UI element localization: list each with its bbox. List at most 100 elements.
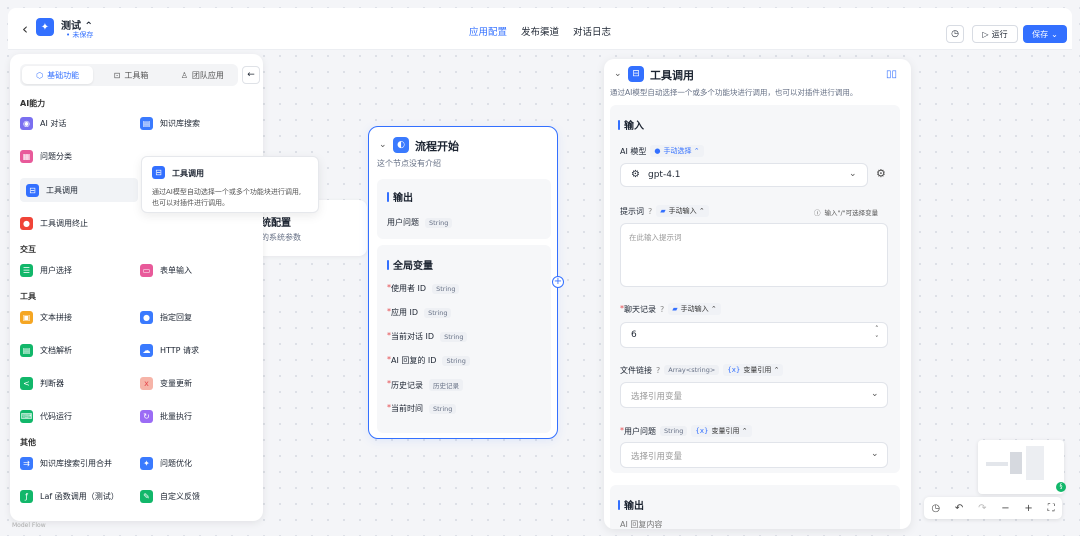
book-icon: ▤ — [140, 117, 153, 130]
help-icon[interactable]: ? — [656, 366, 660, 375]
toolbox-icon: ⊡ — [113, 70, 121, 80]
module-q-classify[interactable]: ▦ 问题分类 — [20, 150, 72, 163]
model-select[interactable]: ⚙ gpt-4.1 ⌄ — [620, 163, 868, 187]
workflow-start-node[interactable]: ⌄ ◐ 流程开始 这个节点没有介绍 输出 用户问题 String 全局变量 *使用… — [368, 126, 558, 439]
history-number-input[interactable]: 6 ˄ ˅ — [620, 322, 888, 348]
tab-publish-channel[interactable]: 发布渠道 — [521, 24, 559, 38]
output-title-text: 输出 — [393, 193, 413, 204]
module-kb-search[interactable]: ▤ 知识库搜索 — [140, 117, 200, 130]
collapse-panel-button[interactable]: ← — [242, 66, 260, 84]
sys-node-desc: 的系统参数 — [261, 233, 301, 242]
module-label: 代码运行 — [40, 412, 72, 421]
fit-view-icon[interactable]: ⛶ — [1048, 503, 1055, 514]
prompt-placeholder: 在此输入提示词 — [629, 233, 682, 242]
undo-icon[interactable]: ↶ — [955, 503, 963, 514]
history-mode-select[interactable]: ▰ 手动输入 ⌃ — [668, 303, 721, 315]
file-link-label: 文件链接? Array<string> {x} 变量引用 ⌃ — [620, 364, 784, 376]
tool-node-title: 工具调用 — [650, 69, 694, 82]
module-judge[interactable]: < 判断器 — [20, 377, 64, 390]
zoom-out-icon[interactable]: − — [1001, 503, 1009, 514]
module-http[interactable]: ☁ HTTP 请求 — [140, 344, 199, 357]
module-q-optimize[interactable]: ✦ 问题优化 — [140, 457, 192, 470]
module-specified-reply[interactable]: ● 指定回复 — [140, 311, 192, 324]
module-var-update[interactable]: x 变量更新 — [140, 377, 192, 390]
module-code-run[interactable]: ⌨ 代码运行 — [20, 410, 72, 423]
user-icon: ♙ — [180, 70, 188, 80]
tool-call-node[interactable]: ⌄ ⊟ 工具调用 ▯▯ 通过AI模型自动选择一个或多个功能块进行调用，也可以对插… — [604, 59, 911, 529]
chevron-down-icon[interactable]: ⌄ — [379, 140, 387, 150]
help-icon[interactable]: ? — [648, 207, 652, 216]
prompt-textarea[interactable]: 在此输入提示词 — [620, 223, 888, 287]
run-button[interactable]: ▷ 运行 — [972, 25, 1018, 43]
file-variable-select[interactable]: 选择引用变量 ⌄ — [620, 382, 888, 408]
add-connection-handle[interactable]: + — [552, 276, 564, 288]
tab-toolbox[interactable]: ⊡ 工具箱 — [95, 64, 166, 86]
module-ai-chat[interactable]: ◉ AI 对话 — [20, 117, 66, 130]
module-custom-feedback[interactable]: ✎ 自定义反馈 — [140, 490, 200, 503]
tab-basic[interactable]: ⬡ 基础功能 — [22, 66, 94, 84]
global-var-row: *当前时间 String — [387, 403, 457, 414]
module-laf[interactable]: ƒ Laf 函数调用（测试） — [20, 490, 119, 503]
zoom-in-icon[interactable]: + — [1024, 503, 1032, 514]
module-label: 文本拼接 — [40, 313, 72, 322]
toolbox-icon: ⊟ — [628, 66, 644, 82]
minimap[interactable]: § — [978, 440, 1066, 494]
var-name: AI 回复的 ID — [391, 356, 437, 365]
book-icon[interactable]: ▯▯ — [886, 69, 897, 80]
clock-icon: ◷ — [951, 29, 959, 39]
tab-app-config[interactable]: 应用配置 — [469, 24, 507, 38]
module-label: 指定回复 — [160, 313, 192, 322]
type-tag: String — [440, 332, 468, 342]
prompt-mode-select[interactable]: ▰ 手动输入 ⌃ — [656, 205, 709, 217]
help-icon[interactable]: ? — [660, 305, 664, 314]
cloud-icon: ☁ — [140, 344, 153, 357]
history-button[interactable]: ◷ — [946, 25, 964, 43]
redo-icon[interactable]: ↷ — [978, 503, 986, 514]
module-label: 工具调用 — [46, 185, 78, 195]
module-user-select[interactable]: ☰ 用户选择 — [20, 264, 72, 277]
module-label: 知识库搜索 — [160, 119, 200, 128]
app-header: ‹ ✦ 测试 ⌃ • 未保存 应用配置 发布渠道 对话日志 ◷ ▷ 运行 保存 … — [8, 8, 1072, 50]
tooltip-desc-line1: 通过AI模型自动选择一个或多个功能块进行调用, — [152, 188, 302, 196]
module-text-concat[interactable]: ▣ 文本拼接 — [20, 311, 72, 324]
module-batch-run[interactable]: ↻ 批量执行 — [140, 410, 192, 423]
mode-text: 手动选择 ⌃ — [663, 147, 700, 155]
input-title-text: 输入 — [624, 121, 644, 132]
function-icon: ƒ — [20, 490, 33, 503]
module-label: 自定义反馈 — [160, 492, 200, 501]
save-label: 保存 — [1032, 29, 1049, 39]
module-label: HTTP 请求 — [160, 346, 200, 355]
output-title-text: 输出 — [624, 501, 644, 512]
chevron-left-icon[interactable]: ‹ — [22, 20, 28, 38]
save-button[interactable]: 保存 ⌄ — [1023, 25, 1067, 43]
tab-team-label: 团队应用 — [191, 70, 224, 80]
tab-chat-logs[interactable]: 对话日志 — [573, 24, 611, 38]
file-mode-select[interactable]: {x} 变量引用 ⌃ — [723, 364, 784, 376]
output-field: 用户问题 String — [387, 217, 453, 228]
user-question-label: *用户问题 String {x} 变量引用 ⌃ — [620, 425, 752, 437]
question-variable-select[interactable]: 选择引用变量 ⌄ — [620, 442, 888, 468]
clock-icon[interactable]: ◷ — [931, 503, 940, 514]
settings-icon[interactable]: ⚙ — [876, 167, 886, 180]
start-icon: ◐ — [393, 137, 409, 153]
mode-text: 变量引用 ⌃ — [711, 427, 748, 435]
module-tool-call[interactable]: ⊟ 工具调用 — [20, 178, 138, 202]
question-mode-select[interactable]: {x} 变量引用 ⌃ — [691, 425, 752, 437]
openai-icon: ⚙ — [631, 169, 640, 180]
file-placeholder: 选择引用变量 — [631, 392, 683, 402]
input-title: 输入 — [618, 117, 644, 132]
stop-icon: ● — [20, 217, 33, 230]
var-name: 历史记录 — [391, 381, 423, 390]
output-title: 输出 — [387, 189, 413, 204]
module-form-input[interactable]: ▭ 表单输入 — [140, 264, 192, 277]
mode-text: 变量引用 ⌃ — [743, 366, 780, 374]
module-tool-end[interactable]: ● 工具调用终止 — [20, 217, 88, 230]
chevron-down-icon[interactable]: ⌄ — [614, 69, 622, 79]
ai-model-mode-select[interactable]: ● 手动选择 ⌃ — [650, 145, 704, 157]
stepper-icon[interactable]: ˄ ˅ — [875, 324, 879, 344]
module-kb-merge[interactable]: ⇉ 知识库搜索引用合并 — [20, 457, 112, 470]
prompt-hint: ⓘ 输入"/"可选择变量 — [814, 207, 878, 217]
tab-team-apps[interactable]: ♙ 团队应用 — [167, 64, 238, 86]
var-name: 当前时间 — [391, 404, 423, 413]
module-doc-parse[interactable]: ▤ 文档解析 — [20, 344, 72, 357]
